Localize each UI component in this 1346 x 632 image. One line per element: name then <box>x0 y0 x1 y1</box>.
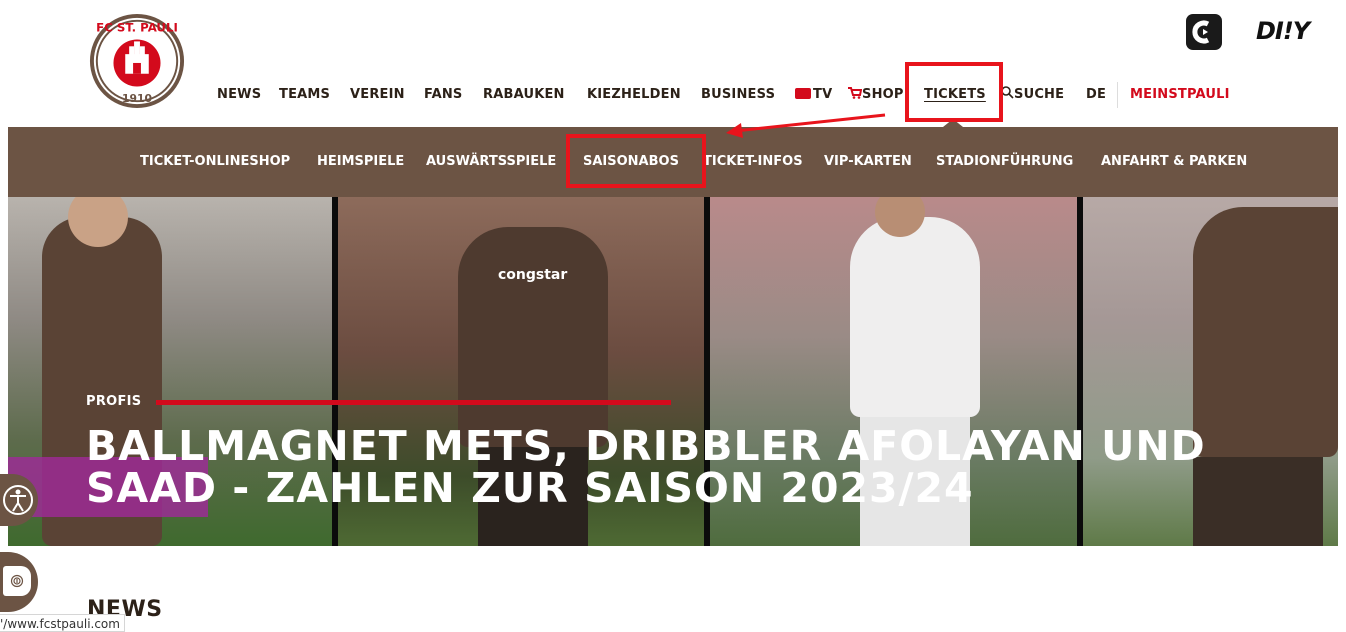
privacy-settings-button[interactable] <box>0 552 38 612</box>
nav-business[interactable]: BUSINESS <box>701 85 775 105</box>
nav-tv-label: TV <box>813 87 833 102</box>
nav-verein[interactable]: VEREIN <box>350 85 405 105</box>
privacy-card <box>3 566 31 596</box>
nav-shop[interactable]: SHOP <box>848 85 904 105</box>
subnav-ticket-infos[interactable]: TICKET-INFOS <box>703 153 803 171</box>
nav-search[interactable]: SUCHE <box>1001 85 1064 105</box>
hero-category-tag[interactable]: PROFIS <box>86 394 141 409</box>
nav-language[interactable]: DE <box>1086 85 1106 105</box>
logo-text: FC ST. PAULI <box>96 21 178 35</box>
club-logo[interactable]: FC ST. PAULI 1910 <box>88 12 186 110</box>
cart-icon <box>848 87 863 99</box>
nav-news[interactable]: NEWS <box>217 85 261 105</box>
logo-year: 1910 <box>122 92 152 105</box>
hero-accent-line <box>156 400 671 405</box>
status-bar-url: '/www.fcstpauli.com <box>0 614 125 632</box>
hero-headline[interactable]: BALLMAGNET METS, DRIBBLER AFOLAYAN UND S… <box>86 425 1266 509</box>
nav-kiezhelden[interactable]: KIEZHELDEN <box>587 85 681 105</box>
tv-icon <box>795 88 811 99</box>
nav-tv[interactable]: TV <box>795 85 832 105</box>
nav-meinstpauli[interactable]: MEINSTPAULI <box>1130 85 1230 105</box>
hero-banner[interactable]: congstar PROFIS BALLMAGNET METS, DRIBBLE… <box>8 197 1338 546</box>
subnav-heimspiele[interactable]: HEIMSPIELE <box>317 153 404 171</box>
shirt-sponsor: congstar <box>498 267 568 283</box>
nav-rabauken[interactable]: RABAUKEN <box>483 85 565 105</box>
highlight-saisonabos <box>566 134 706 188</box>
subnav-stadionfuehrung[interactable]: STADIONFÜHRUNG <box>936 153 1073 171</box>
hero-headline-line1: BALLMAGNET METS, DRIBBLER AFOLAYAN UND <box>86 422 1206 470</box>
diiy-logo[interactable]: DI!Y <box>1256 17 1310 45</box>
subnav-anfahrt-parken[interactable]: ANFAHRT & PARKEN <box>1101 153 1247 171</box>
nav-shop-label: SHOP <box>862 87 904 102</box>
subnav-auswaertsspiele[interactable]: AUSWÄRTSSPIELE <box>426 153 556 171</box>
nav-fans[interactable]: FANS <box>424 85 463 105</box>
nav-teams[interactable]: TEAMS <box>279 85 330 105</box>
hero-headline-line2: SAAD - ZAHLEN ZUR SAISON 2023/24 <box>86 464 974 512</box>
subnav-ticket-onlineshop[interactable]: TICKET-ONLINESHOP <box>140 153 290 171</box>
accessibility-icon <box>3 485 33 515</box>
subnav-vip-karten[interactable]: VIP-KARTEN <box>824 153 912 171</box>
c-logo-icon[interactable] <box>1186 14 1222 50</box>
highlight-tickets <box>905 62 1003 122</box>
nav-search-label: SUCHE <box>1014 87 1065 102</box>
fingerprint-icon <box>10 574 24 588</box>
nav-divider <box>1117 82 1118 108</box>
